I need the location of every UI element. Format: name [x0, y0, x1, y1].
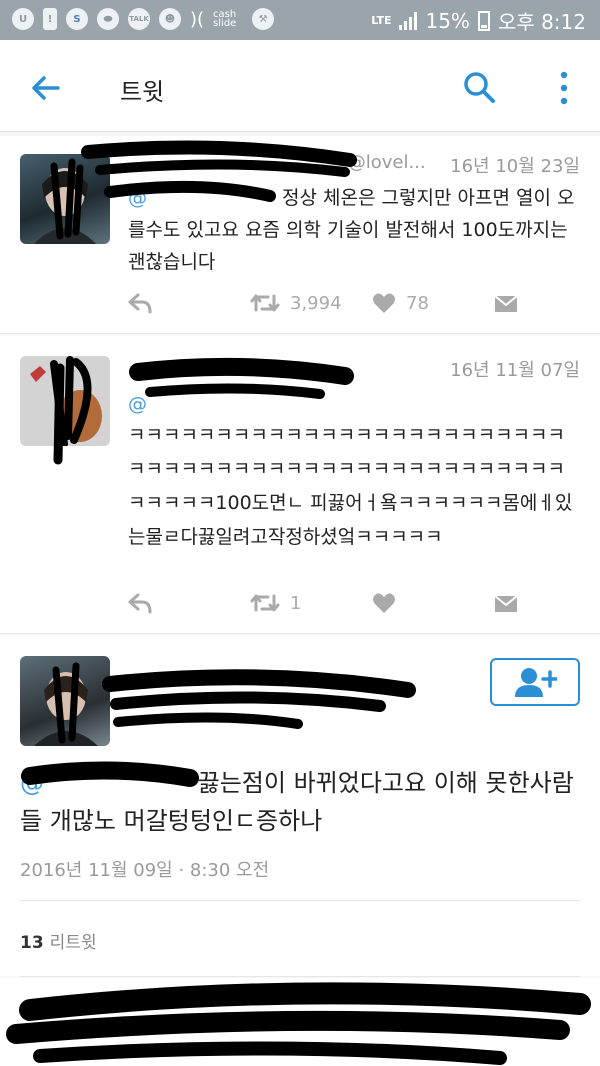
- avatar-photo: [34, 158, 96, 244]
- divider: [20, 900, 580, 901]
- mention-link[interactable]: @: [128, 182, 276, 214]
- heart-icon: [373, 593, 395, 613]
- tweet-header: [128, 356, 342, 377]
- main-tweet: @ 끓는점이 바뀌었다고요 이해 못한사람들 개많노 머갈텅텅인ㄷ증하나 201…: [0, 636, 600, 977]
- network-type: LTE: [371, 14, 392, 27]
- clock: 오후 8:12: [497, 10, 586, 34]
- tweet-item[interactable]: @lovel... 16년 10월 23일 @ 정상 체온은 그렇지만 아프면 …: [0, 136, 600, 334]
- retweet-label: 리트윗: [49, 933, 97, 953]
- tweet-date: 16년 11월 07일: [450, 360, 580, 381]
- signal-icon: [399, 11, 418, 30]
- tweet-timestamp: 2016년 11월 09일 · 8:30 오전: [20, 860, 270, 881]
- display-name[interactable]: [128, 674, 378, 700]
- s-icon: S: [66, 8, 88, 30]
- tweet-mention-line: @: [128, 388, 578, 420]
- more-vertical-icon[interactable]: [556, 70, 572, 106]
- reply-composer-area: [0, 978, 600, 1066]
- reply-button[interactable]: [128, 292, 152, 314]
- battery-icon: [477, 10, 490, 31]
- divider: [20, 976, 580, 977]
- arrow-left-icon[interactable]: [28, 70, 64, 106]
- retweet-button[interactable]: 3,994: [250, 292, 342, 314]
- alert-icon: !: [43, 8, 57, 30]
- tweet-item[interactable]: 16년 11월 07일 @ ㅋㅋㅋㅋㅋㅋㅋㅋㅋㅋㅋㅋㅋㅋㅋㅋㅋㅋㅋㅋㅋㅋㅋㅋㅋㅋ…: [0, 336, 600, 634]
- tweet-date: 16년 10월 23일: [450, 156, 580, 177]
- search-icon[interactable]: [462, 70, 496, 104]
- notification-icons: U ! S ⬬ TALK ☻ )( cash slide ⚒: [12, 8, 275, 30]
- tweet-handle[interactable]: @lovel...: [348, 152, 426, 173]
- cash-slide-icon: cash slide: [213, 9, 237, 29]
- talk-icon: TALK: [128, 8, 150, 30]
- avatar-photo: [34, 662, 98, 746]
- retweet-count: 3,994: [290, 292, 342, 314]
- tweet-actions: 1: [128, 592, 518, 616]
- mention-link[interactable]: @: [128, 393, 147, 415]
- reply-button[interactable]: [128, 592, 152, 614]
- handle[interactable]: [128, 706, 308, 728]
- face-icon: ☻: [159, 8, 181, 30]
- direct-message-button[interactable]: [494, 292, 518, 314]
- tweet-text: ㅋㅋㅋㅋㅋㅋㅋㅋㅋㅋㅋㅋㅋㅋㅋㅋㅋㅋㅋㅋㅋㅋㅋㅋㅋㅋㅋㅋㅋㅋㅋㅋㅋㅋㅋㅋㅋㅋㅋㅋ…: [128, 418, 578, 554]
- heart-icon: [373, 293, 395, 313]
- reply-icon: [128, 293, 152, 314]
- like-count: 78: [406, 292, 429, 314]
- status-right: LTE 15% 오후 8:12: [371, 6, 586, 35]
- avatar[interactable]: [20, 154, 110, 244]
- page-title: 트윗: [120, 78, 165, 106]
- app-bar: 트윗: [0, 40, 600, 132]
- tweet-text-content: ㅋㅋㅋㅋㅋㅋㅋㅋㅋㅋㅋㅋㅋㅋㅋㅋㅋㅋㅋㅋㅋㅋㅋㅋㅋㅋㅋㅋㅋㅋㅋㅋㅋㅋㅋㅋㅋㅋㅋㅋ…: [128, 424, 573, 548]
- message-icon: [494, 595, 518, 612]
- add-user-icon: [515, 668, 557, 697]
- message-icon: [494, 295, 518, 312]
- u-plus-icon: U: [12, 8, 34, 30]
- tweet-actions: 3,994 78: [128, 292, 518, 316]
- retweet-icon: [250, 594, 280, 612]
- pair-icon: )(: [190, 8, 205, 30]
- battery-percent: 15%: [425, 8, 470, 33]
- avatar[interactable]: [20, 656, 110, 746]
- reply-icon: [128, 593, 152, 614]
- pill-icon: ⬬: [97, 8, 119, 30]
- avatar-photo: [20, 356, 110, 446]
- like-button[interactable]: 78: [372, 292, 429, 314]
- tweet-text: @ 정상 체온은 그렇지만 아프면 열이 오를수도 있고요 요즘 의학 기술이 …: [128, 182, 578, 278]
- tweet-header: @lovel...: [128, 152, 426, 173]
- like-button[interactable]: [372, 592, 396, 614]
- retweet-icon: [250, 294, 280, 312]
- main-tweet-text: @ 끓는점이 바뀌었다고요 이해 못한사람들 개많노 머갈텅텅인ㄷ증하나: [20, 764, 580, 840]
- wrench-icon: ⚒: [252, 8, 275, 30]
- direct-message-button[interactable]: [494, 592, 518, 614]
- retweet-count: 1: [290, 592, 302, 614]
- retweet-stats[interactable]: 13 리트윗: [20, 928, 97, 953]
- avatar[interactable]: [20, 356, 110, 446]
- follow-button[interactable]: [490, 658, 580, 706]
- retweet-button[interactable]: 1: [250, 592, 301, 614]
- mention-link[interactable]: @: [20, 764, 190, 802]
- retweet-total: 13: [20, 933, 44, 953]
- status-bar: U ! S ⬬ TALK ☻ )( cash slide ⚒ LTE 15% 오…: [0, 0, 600, 40]
